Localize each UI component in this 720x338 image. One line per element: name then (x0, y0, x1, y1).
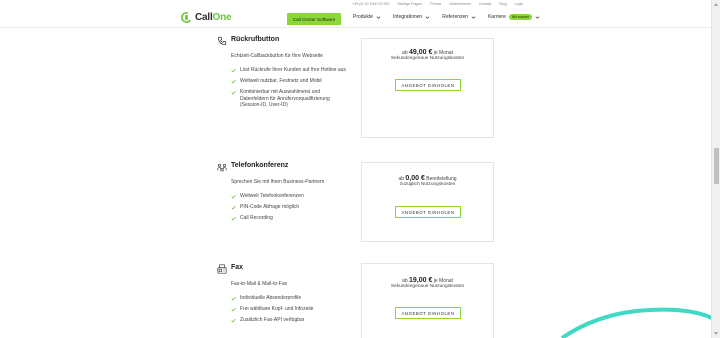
bullet-text: PIN-Code Abfrage möglich (240, 204, 300, 210)
nav-label: Produkte (353, 14, 374, 20)
topbar-link-press[interactable]: Presse (430, 2, 441, 6)
scrollbar[interactable] (711, 0, 720, 338)
list-item: PIN-Code Abfrage möglich (231, 204, 349, 211)
topbar-link-blog[interactable]: Blog (499, 2, 506, 6)
bullet-text: Weltweit Telefonkonferenzen (240, 193, 304, 199)
price-card-fax: ab 19,00 € je Monat Sekundengenaue Nutzu… (361, 263, 494, 338)
bullet-text: Weltweit nutzbar, Festnetz und Mobil (240, 78, 322, 84)
check-icon (231, 307, 236, 312)
list-item: Individuelle Absenderprofile (231, 295, 349, 302)
list-item: Löst Rückrufe Ihrer Kunden auf Ihre Hotl… (231, 67, 349, 74)
chevron-down-icon (425, 15, 430, 19)
chevron-down-icon (376, 15, 381, 19)
check-icon (231, 194, 236, 199)
check-icon (231, 318, 236, 323)
feature-bullet-list: Individuelle Absenderprofile Frei wählba… (231, 295, 349, 328)
conference-icon (217, 163, 227, 172)
check-icon (231, 296, 236, 301)
get-offer-button[interactable]: ANGEBOT EINHOLEN (395, 79, 461, 91)
topbar-link-login[interactable]: Login (515, 2, 524, 6)
decorative-swoosh (560, 307, 712, 338)
bullet-text: Kombinierbar mit Auswahlmenü und Datenfe… (240, 89, 330, 108)
nav-item-references[interactable]: Referenzen (442, 14, 476, 20)
logo[interactable]: CallOne (181, 12, 232, 23)
scrollbar-thumb[interactable] (713, 148, 719, 184)
logo-mark-icon (181, 12, 192, 23)
price-note: Sekundengenaue Nutzungskosten (390, 284, 465, 289)
price-value: 0,00 € (405, 175, 425, 182)
price-card-conference: ab 0,00 € Bereitstellung zuzüglich Nutzu… (361, 162, 494, 242)
feature-subtitle: Sprechen Sie mit Ihren Business-Partnern (231, 179, 325, 185)
nav-label: Referenzen (442, 14, 469, 20)
bullet-text: Individuelle Absenderprofile (240, 295, 302, 301)
nav-label: Karriere (488, 14, 506, 20)
bullet-text: Frei wählbare Kopf- und Infozeile (240, 306, 314, 312)
scroll-up-arrow-icon[interactable] (714, 3, 718, 6)
bullet-text: Call Recording (240, 215, 273, 221)
list-item: Zusätzlich Fax-API verfügbar (231, 317, 349, 324)
check-icon (231, 90, 236, 95)
hiring-badge: Wir suchen (508, 14, 532, 20)
check-icon (231, 205, 236, 210)
phone-number[interactable]: +49 (0) 30 1000 53 900 (352, 2, 389, 6)
feature-title: Fax (231, 264, 244, 271)
get-offer-button[interactable]: ANGEBOT EINHOLEN (395, 206, 461, 218)
call-center-software-button[interactable]: Call Center Software (287, 13, 341, 25)
check-icon (231, 216, 236, 221)
check-icon (231, 68, 236, 73)
top-bar: +49 (0) 30 1000 53 900 Häufige Fragen Pr… (352, 2, 523, 6)
scroll-down-arrow-icon[interactable] (714, 332, 718, 335)
feature-title: Rückrufbutton (231, 36, 280, 43)
feature-subtitle: Echtzeit-Callbackbutton für Ihre Webseit… (231, 53, 323, 59)
get-offer-button[interactable]: ANGEBOT EINHOLEN (395, 307, 461, 319)
nav-item-careers[interactable]: Karriere Wir suchen (488, 14, 540, 20)
list-item: Call Recording (231, 215, 349, 222)
phone-callback-icon (217, 36, 227, 46)
check-icon (231, 79, 236, 84)
fax-icon (217, 264, 227, 274)
list-item: Kombinierbar mit Auswahlmenü und Datenfe… (231, 89, 349, 109)
topbar-link-faq[interactable]: Häufige Fragen (397, 2, 422, 6)
logo-text: CallOne (195, 12, 232, 23)
feature-title: Telefonkonferenz (231, 162, 289, 169)
price-value: 19,00 € (409, 277, 433, 284)
price-value: 49,00 € (409, 49, 433, 56)
feature-bullet-list: Löst Rückrufe Ihrer Kunden auf Ihre Hotl… (231, 67, 349, 113)
site-header: +49 (0) 30 1000 53 900 Häufige Fragen Pr… (0, 0, 711, 28)
topbar-link-company[interactable]: Unternehmen (449, 2, 471, 6)
feature-bullet-list: Weltweit Telefonkonferenzen PIN-Code Abf… (231, 193, 349, 226)
chevron-down-icon (535, 15, 540, 19)
nav-item-integrations[interactable]: Integrationen (393, 14, 430, 20)
price-card-callback-button: ab 49,00 € je Monat Sekundengenaue Nutzu… (361, 38, 494, 138)
list-item: Weltweit Telefonkonferenzen (231, 193, 349, 200)
topbar-link-contact[interactable]: Kontakt (479, 2, 491, 6)
feature-subtitle: Fax-to-Mail & Mail-to-Fax (231, 281, 288, 287)
bullet-text: Löst Rückrufe Ihrer Kunden auf Ihre Hotl… (240, 67, 346, 73)
price-note: zuzüglich Nutzungskosten (399, 182, 456, 187)
main-nav: Produkte Integrationen Referenzen Karrie… (353, 14, 540, 20)
list-item: Weltweit nutzbar, Festnetz und Mobil (231, 78, 349, 85)
list-item: Frei wählbare Kopf- und Infozeile (231, 306, 349, 313)
price-note: Sekundengenaue Nutzungskosten (390, 56, 465, 61)
nav-item-products[interactable]: Produkte (353, 14, 381, 20)
chevron-down-icon (471, 15, 476, 19)
bullet-text: Zusätzlich Fax-API verfügbar (240, 317, 305, 323)
nav-label: Integrationen (393, 14, 423, 20)
